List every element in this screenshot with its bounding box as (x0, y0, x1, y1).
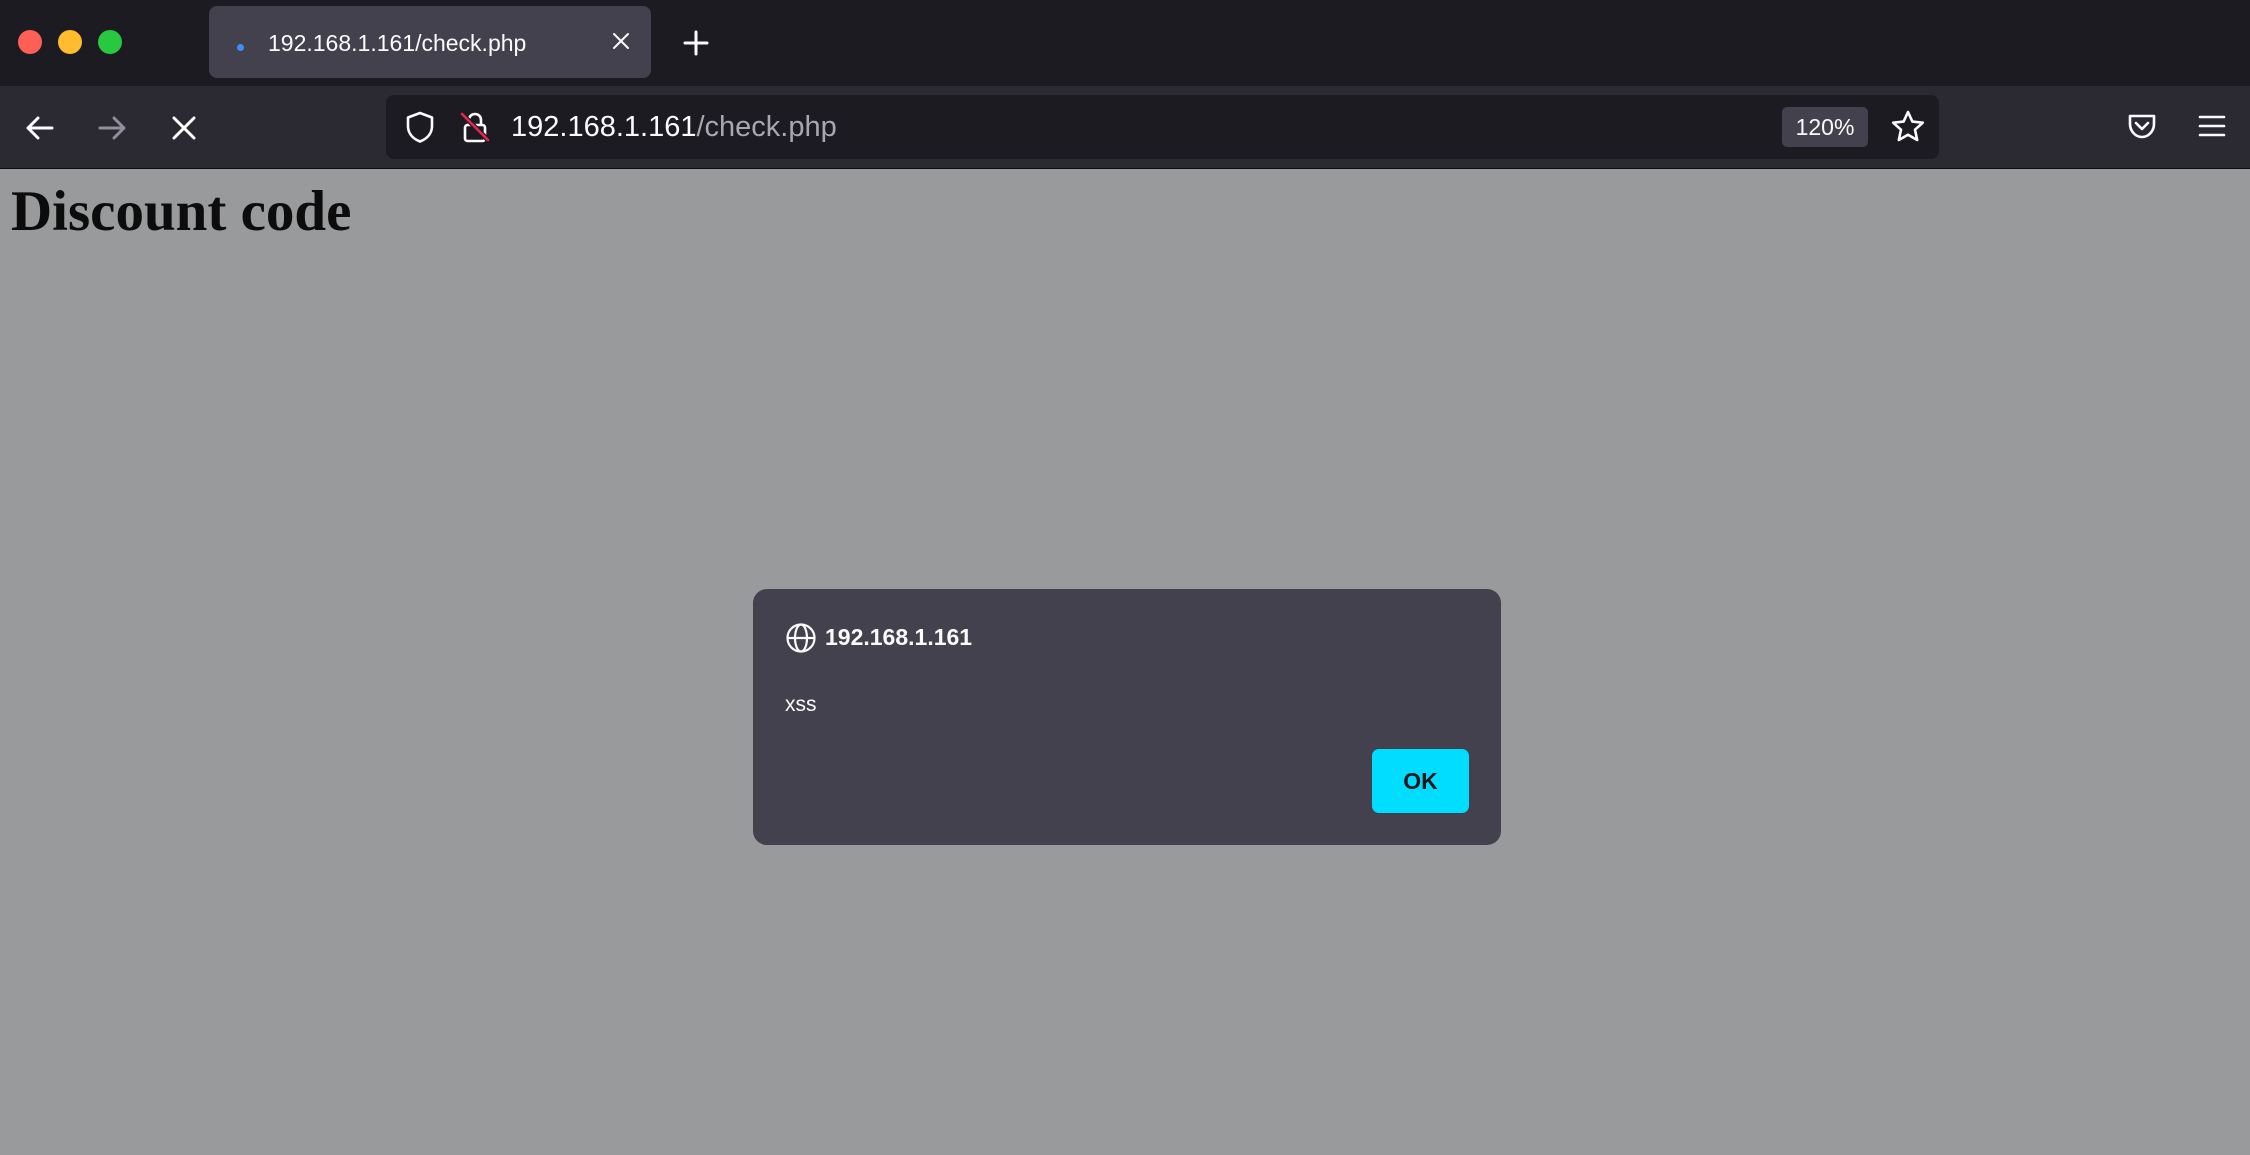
tab-strip: 192.168.1.161/check.php (0, 0, 2250, 86)
address-bar[interactable]: 192.168.1.161/check.php 120% (386, 95, 1939, 159)
hamburger-menu-icon[interactable] (2194, 108, 2230, 144)
zoom-level-button[interactable]: 120% (1782, 107, 1868, 147)
close-icon[interactable] (606, 26, 636, 56)
ok-button[interactable]: OK (1372, 749, 1469, 813)
url-host: 192.168.1.161 (511, 111, 697, 143)
navigation-toolbar: 192.168.1.161/check.php 120% (0, 86, 2250, 169)
alert-dialog: 192.168.1.161 xss OK (753, 589, 1501, 845)
browser-window: 192.168.1.161/check.php 192.168.1.161/ch… (0, 0, 2250, 1155)
window-minimize-button[interactable] (58, 30, 82, 54)
tab-title: 192.168.1.161/check.php (268, 30, 527, 56)
lock-slash-icon[interactable] (457, 109, 493, 145)
globe-icon (786, 623, 816, 653)
arrow-right-icon[interactable] (92, 108, 132, 148)
dialog-message: xss (785, 693, 817, 716)
close-icon[interactable] (164, 108, 204, 148)
pocket-icon[interactable] (2124, 108, 2160, 144)
dialog-origin: 192.168.1.161 (825, 624, 973, 650)
arrow-left-icon[interactable] (20, 108, 60, 148)
page-heading: Discount code (11, 180, 352, 243)
window-close-button[interactable] (18, 30, 42, 54)
url-text[interactable]: 192.168.1.161/check.php (511, 111, 837, 144)
tab-check-php[interactable]: 192.168.1.161/check.php (209, 6, 651, 78)
star-icon[interactable] (1889, 108, 1927, 146)
url-path: /check.php (696, 111, 837, 143)
shield-icon[interactable] (402, 109, 438, 145)
plus-icon[interactable] (678, 25, 714, 61)
tab-loading-indicator (237, 44, 244, 51)
window-maximize-button[interactable] (98, 30, 122, 54)
